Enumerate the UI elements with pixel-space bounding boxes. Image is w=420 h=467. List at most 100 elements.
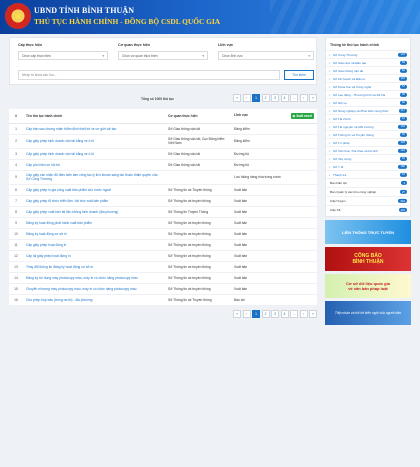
stats-count-badge: 57 (399, 84, 407, 89)
page-button[interactable]: 3 (271, 309, 279, 318)
stats-count-badge: 27 (399, 189, 407, 195)
stats-item-label: Sở Tài nguyên và Môi trường (333, 124, 374, 129)
page-button[interactable]: ... (290, 94, 298, 102)
row-field: Báo chí (231, 294, 317, 306)
procedure-link[interactable]: Thay đổi thông tin đăng ký hoạt động cơ … (23, 261, 165, 273)
stats-item[interactable]: Sở Lao động - Thương binh và Xã hội 96 (326, 90, 410, 98)
procedure-link[interactable]: Đăng ký sử dụng máy photocopy màu, máy i… (23, 272, 165, 284)
stats-item[interactable]: Ban Quản lý các khu công nghiệp 27 (326, 187, 410, 196)
procedure-link[interactable]: Cấp lại giấy phép hoạt động in (23, 250, 165, 262)
promo-feedback[interactable]: Tiếp nhận và trả lời kiến nghị của người… (325, 301, 411, 325)
page-button[interactable]: 1 (252, 309, 260, 318)
stats-item-label: Sở Lao động - Thương binh và Xã hội (333, 92, 386, 97)
stats-count-badge: 69 (399, 60, 407, 65)
stats-item[interactable]: Sở Tài nguyên và Môi trường 104 (326, 122, 410, 130)
procedure-link[interactable]: Cấp giấy phép in gia công xuất bản phẩm … (23, 184, 165, 196)
procedure-link[interactable]: Cấp giấy xác nhận đủ điều kiện làm công … (23, 170, 165, 185)
stats-item-label: Sở Khoa học và Công nghệ (333, 84, 372, 89)
row-index: 5 (9, 170, 23, 185)
col-agency: Cơ quan thực hiện (165, 109, 231, 124)
row-agency: Sở Giao thông vận tải; Cục Đăng kiểm Việ… (165, 134, 231, 149)
row-index: 10 (9, 228, 23, 240)
row-field: Xuất bản (231, 283, 317, 295)
page-button[interactable]: ... (290, 309, 298, 318)
stats-item[interactable]: Sở Xây dựng 49 (326, 154, 410, 162)
row-field: Xuất bản (231, 272, 317, 284)
page-button[interactable]: › (299, 309, 308, 318)
stats-item[interactable]: Sở Tư pháp 129 (326, 138, 410, 146)
stats-item[interactable]: Sở Nông nghiệp và Phát triển nông thôn 11… (326, 106, 410, 114)
stats-item[interactable]: Sở Văn hóa, Thể thao và Du lịch 124 (326, 146, 410, 154)
field-select[interactable]: Chọn lĩnh vực (218, 51, 314, 60)
procedure-link[interactable]: Cấp phù hiệu xe nội bộ (23, 159, 165, 171)
procedure-link[interactable]: Cấp bản sao chứng nhận thẩm định thiết k… (23, 123, 165, 135)
stats-list: Sở Công Thương 133 Sở Giáo dục và Đào tạo 6… (326, 50, 410, 178)
page-button[interactable]: 2 (261, 94, 270, 102)
row-index: 7 (9, 195, 23, 207)
procedure-link[interactable]: Cấp giấy phép hoạt động in (23, 239, 165, 251)
page-button[interactable]: › (299, 94, 308, 102)
procedure-link[interactable]: Chuyển nhượng máy photocopy màu, máy in … (23, 283, 165, 295)
stats-item[interactable]: Sở Tài chính 42 (326, 114, 410, 122)
page-button[interactable]: « (233, 94, 241, 102)
search-input[interactable]: Nhập từ khoá cần tìm... (18, 70, 280, 80)
page-button[interactable]: 4 (280, 94, 289, 102)
promo-online-label: LIÊN THÔNG TRỰC TUYẾN (342, 229, 394, 235)
row-index: 13 (9, 261, 23, 273)
stats-item[interactable]: Cấp Huyện 319 (326, 196, 410, 205)
page-button[interactable]: « (233, 309, 241, 318)
page-button[interactable]: ‹ (242, 309, 251, 318)
col-field-label: Lĩnh vực (234, 112, 248, 117)
page-button[interactable]: » (309, 94, 317, 102)
table-row: 8 Cấp giấy phép xuất bản tài liệu không k… (9, 206, 317, 218)
promo-official-gazette[interactable]: CÔNG BÁO BÌNH THUẬN (325, 247, 411, 271)
procedure-link[interactable]: Cấp giấy phép kinh doanh vận tải bằng xe… (23, 148, 165, 160)
stats-item[interactable]: Sở Kế hoạch và Đầu tư 116 (326, 74, 410, 82)
stats-item[interactable]: Ban Dân tộc 3 (326, 178, 410, 187)
procedure-link[interactable]: Cấp giấy phép tổ chức triển lãm, hội chợ… (23, 195, 165, 207)
page-button[interactable]: 4 (280, 309, 289, 318)
row-field: Đăng kiểm (231, 123, 317, 135)
promo-legal-database[interactable]: Cơ sở dữ liệu quốc gia về văn bản pháp l… (325, 274, 411, 298)
pagination-bottom: «‹ 1 2 3 4... ›» (233, 309, 317, 318)
page-button[interactable]: 2 (261, 309, 270, 318)
table-row: 2 Cấp giấy phép kinh doanh vận tải bằng x… (9, 134, 317, 149)
procedure-link[interactable]: Cho phép họp báo (trong nước) - địa phươ… (23, 294, 165, 306)
procedure-link[interactable]: Đăng ký hoạt động cơ sở in (23, 228, 165, 240)
export-excel-label: Xuất excel (296, 113, 312, 118)
page-button[interactable]: 1 (252, 94, 260, 102)
stats-item[interactable]: Thanh tra 16 (326, 170, 410, 178)
stats-item-label: Ban Quản lý các khu công nghiệp (330, 190, 377, 194)
stats-item[interactable]: Sở Nội vụ 92 (326, 98, 410, 106)
bottom-bar: «‹ 1 2 3 4... ›» (9, 309, 317, 324)
search-button[interactable]: Tìm kiếm (284, 70, 314, 80)
procedure-link[interactable]: Cấp giấy phép xuất bản tài liệu không ki… (23, 206, 165, 218)
page-button[interactable]: ‹ (242, 94, 251, 102)
stats-item-label: Cấp Huyện (330, 199, 346, 203)
level-select[interactable]: Chọn cấp thực hiện (18, 51, 108, 60)
table-header-row: # Tên thủ tục hành chính Cơ quan thực hi… (9, 109, 317, 124)
stats-item[interactable]: Sở Thông tin và Truyền thông 46 (326, 130, 410, 138)
stats-item[interactable]: Sở Giao thông vận tải 84 (326, 66, 410, 74)
stats-item[interactable]: Sở Giáo dục và Đào tạo 69 (326, 58, 410, 66)
export-excel-button[interactable]: ⊞ Xuất excel (290, 112, 314, 119)
stats-item-label: Sở Giao thông vận tải (333, 68, 364, 73)
page-button[interactable]: 3 (271, 94, 279, 102)
row-field: Xuất bản (231, 217, 317, 229)
table-row: 12 Cấp lại giấy phép hoạt động in Sở Thông… (9, 250, 317, 262)
table-row: 3 Cấp giấy phép kinh doanh vận tải bằng x… (9, 148, 317, 160)
row-index: 4 (9, 159, 23, 171)
page-button[interactable]: » (309, 309, 317, 318)
stats-item-label: Cấp Xã (330, 208, 341, 212)
stats-count-badge: 16 (399, 172, 407, 177)
stats-item[interactable]: Sở Công Thương 133 (326, 50, 410, 58)
header-banner: ★ UBND TỈNH BÌNH THUẬN THỦ TỤC HÀNH CHÍN… (0, 0, 420, 34)
row-index: 3 (9, 148, 23, 160)
procedure-link[interactable]: Cấp giấy phép kinh doanh vận tải bằng xe… (23, 134, 165, 149)
agency-select[interactable]: Chọn cơ quan thực hiện (118, 51, 208, 60)
procedure-link[interactable]: Đăng ký hoạt động phát hành xuất bản phẩ… (23, 217, 165, 229)
stats-item[interactable]: Sở Khoa học và Công nghệ 57 (326, 82, 410, 90)
promo-online-link[interactable]: LIÊN THÔNG TRỰC TUYẾN (325, 220, 411, 244)
stats-item[interactable]: Cấp Xã 115 (326, 205, 410, 214)
stats-item[interactable]: Sở Y tế 180 (326, 162, 410, 170)
